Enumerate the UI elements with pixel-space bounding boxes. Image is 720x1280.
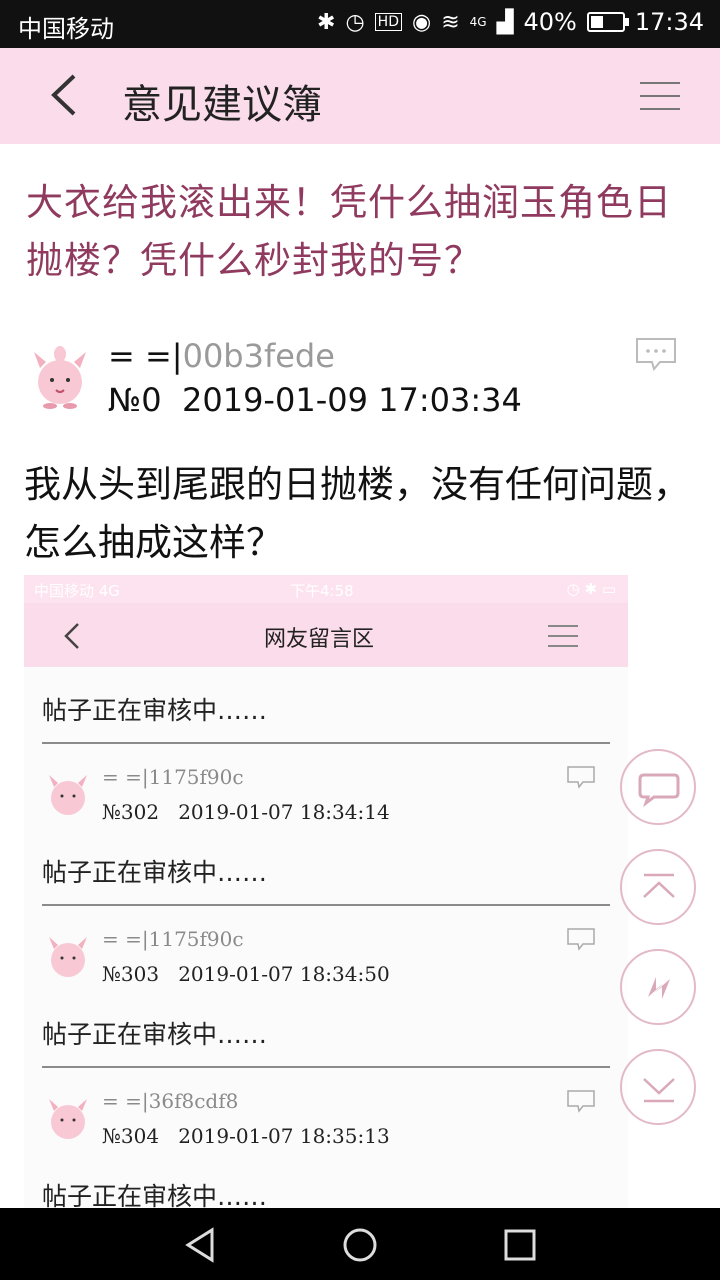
reply-datetime: 2019-01-07 18:34:14 (178, 800, 390, 824)
clock: 17:34 (634, 8, 704, 36)
embedded-author: = =|36f8cdf8 (102, 1089, 238, 1113)
embedded-author: = =|1175f90c (102, 765, 244, 789)
post-author: = =|00b3fede (108, 337, 335, 375)
network-label: 4G (469, 15, 487, 29)
floor-number: №302 (102, 800, 160, 824)
bluetooth-icon: ✱ (317, 9, 336, 35)
author-hash: 36f8cdf8 (148, 1089, 239, 1113)
author-prefix: = =| (108, 337, 183, 375)
author-prefix: = =| (102, 1089, 149, 1113)
post-datetime: 2019-01-09 17:03:34 (181, 381, 522, 419)
embedded-back-icon (64, 623, 79, 649)
embedded-avatar (49, 775, 87, 815)
refresh-icon (648, 977, 670, 999)
reply-comment-icon[interactable] (634, 336, 678, 372)
embedded-meta: №302 2019-01-07 18:34:14 (102, 800, 390, 824)
battery-percent: 40% (523, 8, 577, 36)
divider (42, 742, 610, 744)
embedded-reply-text: 帖子正在审核中…… (42, 858, 268, 887)
author-prefix: = =| (102, 927, 149, 951)
scroll-top-icon (643, 873, 675, 898)
signal-icon: ▟ (496, 9, 514, 35)
scroll-top-button[interactable] (620, 849, 696, 925)
refresh-button[interactable] (620, 949, 696, 1025)
post-title: 大衣给我滚出来！凭什么抽润玉角色日抛楼？凭什么秒封我的号？ (26, 181, 672, 282)
embedded-status-icons: ◷ ✱ ▭ (566, 580, 616, 598)
scroll-bottom-icon (643, 1078, 675, 1103)
embedded-reply-icon (567, 928, 595, 951)
floor-number: №304 (102, 1124, 160, 1148)
carrier-label: 中国移动 (18, 15, 114, 43)
battery-icon (586, 12, 629, 32)
embedded-time: 下午4:58 (290, 582, 354, 600)
status-bar: 中国移动 ✱ ◷ HD ◉ ≋ 4G ▟ 40% 17:34 (0, 0, 720, 48)
nav-recents-icon[interactable] (501, 1226, 539, 1264)
post-meta: №0 2019-01-09 17:03:34 (108, 381, 522, 419)
embedded-top-text: 帖子正在审核中…… (42, 696, 268, 725)
author-hash: 00b3fede (182, 337, 335, 375)
reply-datetime: 2019-01-07 18:35:13 (178, 1124, 390, 1148)
author-prefix: = =| (102, 765, 149, 789)
back-chevron-icon[interactable] (44, 70, 94, 120)
wifi-icon: ≋ (441, 9, 460, 35)
embedded-status-bar: 中国移动 4G 下午4:58 ◷ ✱ ▭ (24, 575, 628, 603)
embedded-menu-icon (548, 625, 578, 647)
floor-number: №0 (108, 381, 162, 419)
divider (42, 904, 610, 906)
alarm-icon: ◷ (345, 9, 365, 35)
avatar[interactable] (30, 338, 90, 410)
comment-icon (638, 773, 680, 808)
hd-icon: HD (374, 13, 402, 31)
embedded-avatar (49, 937, 87, 977)
embedded-reply-icon (567, 766, 595, 789)
embedded-meta: №304 2019-01-07 18:35:13 (102, 1124, 390, 1148)
reply-datetime: 2019-01-07 18:34:50 (178, 962, 390, 986)
embedded-carrier: 中国移动 4G (34, 582, 120, 600)
embedded-meta: №303 2019-01-07 18:34:50 (102, 962, 390, 986)
embedded-reply-text: 帖子正在审核中…… (42, 1182, 268, 1208)
embedded-app-bar: 网友留言区 (24, 603, 628, 667)
embedded-author: = =|1175f90c (102, 927, 244, 951)
embedded-avatar (49, 1099, 87, 1139)
post-body: 我从头到尾跟的日抛楼，没有任何问题，怎么抽成这样？ (24, 463, 690, 564)
hamburger-menu-icon[interactable] (640, 82, 680, 112)
system-nav-bar (0, 1208, 720, 1280)
floor-number: №303 (102, 962, 160, 986)
eye-icon: ◉ (411, 9, 432, 35)
nav-back-icon[interactable] (182, 1226, 220, 1264)
scroll-bottom-button[interactable] (620, 1049, 696, 1125)
divider (42, 1066, 610, 1068)
author-hash: 1175f90c (148, 765, 244, 789)
nav-home-icon[interactable] (341, 1226, 379, 1264)
author-hash: 1175f90c (148, 927, 244, 951)
embedded-reply-icon (567, 1090, 595, 1113)
embedded-title: 网友留言区 (264, 627, 375, 652)
page-title: 意见建议簿 (122, 82, 322, 128)
embedded-screenshot[interactable]: 中国移动 4G 下午4:58 ◷ ✱ ▭ 网友留言区 帖子正在审核中…… = =… (24, 575, 628, 1208)
app-bar: 意见建议簿 (0, 48, 720, 144)
comment-button[interactable] (620, 749, 696, 825)
embedded-reply-text: 帖子正在审核中…… (42, 1020, 268, 1049)
